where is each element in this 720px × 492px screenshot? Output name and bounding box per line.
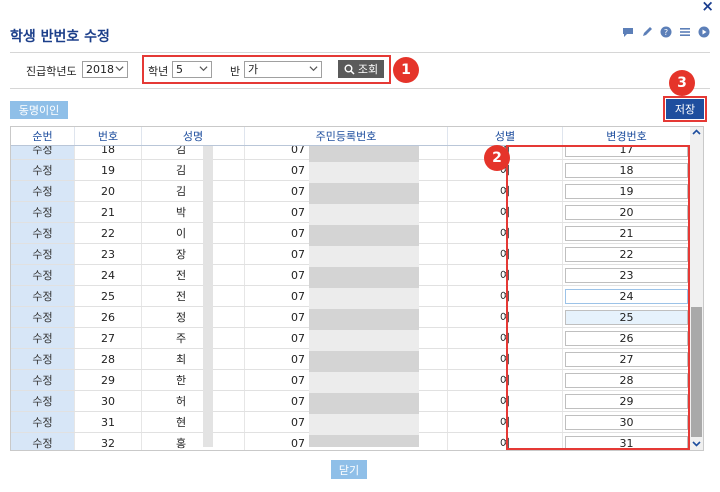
row-mode-cell: 수정 xyxy=(11,370,75,390)
page-title: 학생 반번호 수정 xyxy=(10,29,110,45)
row-name-cell: 주 xyxy=(142,328,245,348)
row-mode-cell: 수정 xyxy=(11,181,75,201)
callout-badge-1: 1 xyxy=(393,57,419,83)
row-mode-cell: 수정 xyxy=(11,328,75,348)
header-rrn[interactable]: 주민등록번호 xyxy=(245,127,448,145)
row-number-cell: 26 xyxy=(75,307,142,327)
same-name-button[interactable]: 동명이인 xyxy=(10,101,68,119)
header-name[interactable]: 성명 xyxy=(142,127,245,145)
callout-badge-3: 3 xyxy=(669,70,695,96)
row-number-cell: 23 xyxy=(75,244,142,264)
row-number-cell: 22 xyxy=(75,223,142,243)
close-button[interactable]: 닫기 xyxy=(331,460,367,479)
row-name-cell: 현 xyxy=(142,412,245,432)
row-name-cell: 전 xyxy=(142,265,245,285)
row-mode-cell: 수정 xyxy=(11,244,75,264)
row-name-cell: 박 xyxy=(142,202,245,222)
play-icon[interactable] xyxy=(698,26,710,38)
year-label: 진급학년도 xyxy=(26,65,77,78)
row-mode-cell: 수정 xyxy=(11,391,75,411)
row-number-cell: 31 xyxy=(75,412,142,432)
row-number-cell: 20 xyxy=(75,181,142,201)
row-name-cell: 이 xyxy=(142,223,245,243)
row-mode-cell: 수정 xyxy=(11,202,75,222)
grade-label: 학년 xyxy=(148,65,169,78)
chevron-down-icon xyxy=(309,66,318,72)
row-number-cell: 27 xyxy=(75,328,142,348)
row-number-cell: 32 xyxy=(75,433,142,450)
row-mode-cell: 수정 xyxy=(11,412,75,432)
class-select[interactable]: 가 xyxy=(244,61,322,78)
header-number[interactable]: 번호 xyxy=(75,127,142,145)
row-name-cell: 최 xyxy=(142,349,245,369)
list-icon[interactable] xyxy=(679,26,691,38)
row-mode-cell: 수정 xyxy=(11,307,75,327)
row-mode-cell: 수정 xyxy=(11,160,75,180)
chevron-down-icon xyxy=(115,66,124,72)
help-icon[interactable]: ? xyxy=(660,26,672,38)
grid-scrollbar[interactable] xyxy=(690,127,703,450)
row-name-cell: 한 xyxy=(142,370,245,390)
header-new-number[interactable]: 변경번호 xyxy=(563,127,691,145)
privacy-blur-name xyxy=(203,141,213,447)
row-name-cell: 김 xyxy=(142,181,245,201)
row-mode-cell: 수정 xyxy=(11,433,75,450)
edit-icon[interactable] xyxy=(641,26,653,38)
search-icon xyxy=(344,64,355,75)
row-name-cell: 전 xyxy=(142,286,245,306)
row-name-cell: 허 xyxy=(142,391,245,411)
row-mode-cell: 수정 xyxy=(11,223,75,243)
class-label: 반 xyxy=(230,65,241,78)
chat-icon[interactable] xyxy=(622,26,634,38)
row-number-cell: 28 xyxy=(75,349,142,369)
row-name-cell: 정 xyxy=(142,307,245,327)
scroll-down-icon[interactable] xyxy=(691,438,702,449)
row-mode-cell: 수정 xyxy=(11,349,75,369)
svg-text:?: ? xyxy=(664,28,668,37)
save-button[interactable]: 저장 xyxy=(666,99,704,119)
row-number-cell: 21 xyxy=(75,202,142,222)
row-name-cell: 홍 xyxy=(142,433,245,450)
header-gender[interactable]: 성별 xyxy=(448,127,563,145)
row-mode-cell: 수정 xyxy=(11,265,75,285)
year-select[interactable]: 2018 xyxy=(82,61,128,78)
table-header: 순번 번호 성명 주민등록번호 성별 변경번호 xyxy=(11,127,691,146)
grade-select[interactable]: 5 xyxy=(172,61,212,78)
scroll-up-icon[interactable] xyxy=(691,127,702,138)
row-name-cell: 장 xyxy=(142,244,245,264)
query-button[interactable]: 조회 xyxy=(338,60,384,78)
row-mode-cell: 수정 xyxy=(11,286,75,306)
new-number-highlight-box xyxy=(506,145,690,450)
scrollbar-thumb[interactable] xyxy=(691,307,702,437)
header-mode[interactable]: 순번 xyxy=(11,127,75,145)
privacy-blur-rrn xyxy=(309,141,419,447)
row-number-cell: 30 xyxy=(75,391,142,411)
row-number-cell: 24 xyxy=(75,265,142,285)
row-number-cell: 29 xyxy=(75,370,142,390)
toolbar-icons: ? xyxy=(622,26,710,38)
row-number-cell: 25 xyxy=(75,286,142,306)
callout-badge-2: 2 xyxy=(484,145,510,171)
close-icon[interactable]: × xyxy=(701,0,714,15)
row-name-cell: 김 xyxy=(142,160,245,180)
row-number-cell: 19 xyxy=(75,160,142,180)
chevron-down-icon xyxy=(199,66,208,72)
